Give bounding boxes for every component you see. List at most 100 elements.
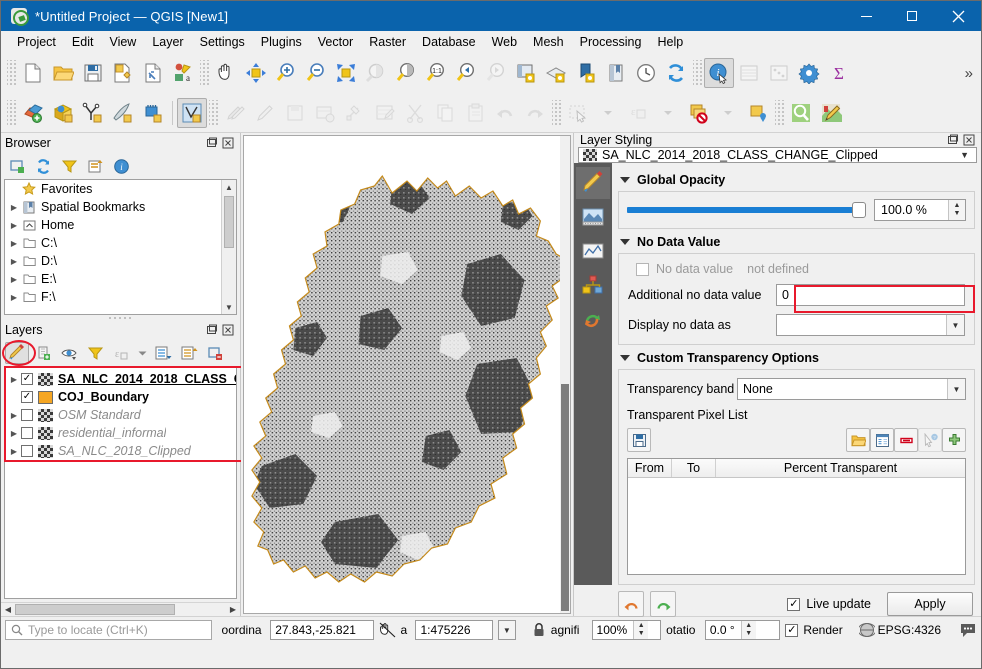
add-spatialite-layer-button[interactable] bbox=[108, 98, 138, 128]
expand-arrow[interactable]: ▶ bbox=[7, 293, 21, 302]
redo-button[interactable] bbox=[520, 98, 550, 128]
map-tips-button[interactable] bbox=[816, 98, 846, 128]
map-canvas[interactable] bbox=[243, 135, 571, 614]
toolbar-overflow-button[interactable]: » bbox=[965, 65, 973, 82]
spin-buttons[interactable]: ▲▼ bbox=[948, 200, 965, 220]
map-vertical-scrollbar[interactable] bbox=[560, 136, 570, 613]
pan-to-selection-button[interactable] bbox=[241, 58, 271, 88]
remove-pixel-row-button[interactable] bbox=[894, 428, 918, 452]
scale-field[interactable]: 1:475226 bbox=[415, 620, 493, 640]
sigma-button[interactable]: Σ bbox=[824, 58, 854, 88]
global-opacity-section-header[interactable]: Global Opacity bbox=[620, 173, 975, 187]
browser-item-spatial-bookmarks[interactable]: ▶ Spatial Bookmarks bbox=[5, 198, 236, 216]
current-edits-button[interactable] bbox=[220, 98, 250, 128]
select-value-button[interactable] bbox=[743, 98, 773, 128]
chevron-down-icon[interactable]: ▼ bbox=[955, 150, 974, 160]
new-print-layout2-button[interactable] bbox=[571, 58, 601, 88]
display-no-data-as-combobox[interactable]: ▼ bbox=[776, 314, 965, 336]
layers-close-icon[interactable] bbox=[221, 324, 234, 337]
chevron-down-icon[interactable]: ▼ bbox=[946, 315, 964, 335]
browser-item-home[interactable]: ▶ Home bbox=[5, 216, 236, 234]
scroll-thumb[interactable] bbox=[224, 196, 234, 248]
toolbar-grip-2[interactable] bbox=[200, 60, 209, 86]
apply-button[interactable]: Apply bbox=[887, 592, 973, 616]
layer-checkbox[interactable] bbox=[21, 445, 33, 457]
zoom-out-button[interactable] bbox=[301, 58, 331, 88]
menu-view[interactable]: View bbox=[101, 33, 144, 51]
menu-database[interactable]: Database bbox=[414, 33, 484, 51]
add-raster-layer-button[interactable] bbox=[48, 98, 78, 128]
paste-features-button[interactable] bbox=[460, 98, 490, 128]
remove-layer-button[interactable] bbox=[203, 342, 227, 364]
scroll-thumb[interactable] bbox=[15, 604, 175, 615]
toolbar-grip[interactable] bbox=[7, 60, 16, 86]
no-data-value-section-header[interactable]: No Data Value bbox=[620, 235, 975, 249]
transparency-band-combobox[interactable]: None ▼ bbox=[737, 378, 966, 400]
chevron-down-icon[interactable]: ▼ bbox=[947, 379, 965, 399]
refresh-button[interactable] bbox=[661, 58, 691, 88]
menu-project[interactable]: Project bbox=[9, 33, 64, 51]
statistical-summary-button[interactable] bbox=[764, 58, 794, 88]
layer-checkbox[interactable]: ✓ bbox=[21, 373, 33, 385]
spin-buttons[interactable]: ▲▼ bbox=[741, 621, 756, 639]
cut-features-button[interactable] bbox=[400, 98, 430, 128]
save-layer-edits-button[interactable] bbox=[280, 98, 310, 128]
collapse-triangle-icon[interactable] bbox=[620, 355, 630, 361]
table-body[interactable] bbox=[628, 478, 965, 574]
toggle-editing-button[interactable] bbox=[250, 98, 280, 128]
zoom-last-button[interactable] bbox=[451, 58, 481, 88]
transparent-pixel-list-table[interactable]: From To Percent Transparent bbox=[627, 458, 966, 575]
undo-button[interactable] bbox=[490, 98, 520, 128]
new-print-layout-button[interactable] bbox=[138, 58, 168, 88]
export-transparent-pixel-list-button[interactable] bbox=[627, 428, 651, 452]
spin-buttons[interactable]: ▲▼ bbox=[633, 621, 648, 639]
coordinate-field[interactable]: 27.843,-25.821 bbox=[270, 620, 373, 640]
show-bookmarks-button[interactable] bbox=[601, 58, 631, 88]
identify-features-button[interactable]: i bbox=[704, 58, 734, 88]
layer-row-coj-boundary[interactable]: ✓ COJ_Boundary bbox=[5, 388, 236, 406]
browser-vertical-scrollbar[interactable]: ▲ ▼ bbox=[221, 180, 236, 314]
minimize-button[interactable] bbox=[843, 1, 889, 31]
tab-symbology[interactable] bbox=[576, 167, 610, 199]
styling-close-icon[interactable] bbox=[962, 134, 975, 147]
tab-undo-history[interactable] bbox=[576, 303, 610, 335]
select-dropdown-button[interactable] bbox=[593, 98, 623, 128]
layer-checkbox[interactable]: ✓ bbox=[21, 391, 33, 403]
browser-collapse-all-button[interactable] bbox=[83, 155, 107, 177]
layer-row-residential-informal[interactable]: ▶ residential_informal bbox=[5, 424, 236, 442]
select-expression-dropdown-button[interactable] bbox=[653, 98, 683, 128]
save-project-as-button[interactable] bbox=[108, 58, 138, 88]
menu-layer[interactable]: Layer bbox=[144, 33, 191, 51]
toolbar-grip-3[interactable] bbox=[693, 60, 702, 86]
style-manager-button[interactable]: a bbox=[168, 58, 198, 88]
menu-vector[interactable]: Vector bbox=[310, 33, 361, 51]
deselect-features-button[interactable] bbox=[683, 98, 713, 128]
layer-row-sa-nlc-2018-clipped[interactable]: ▶ SA_NLC_2018_Clipped bbox=[5, 442, 236, 460]
add-mesh-layer-button[interactable] bbox=[138, 98, 168, 128]
expand-all-button[interactable] bbox=[151, 342, 175, 364]
crs-button[interactable]: EPSG:4326 bbox=[859, 622, 941, 638]
collapse-triangle-icon[interactable] bbox=[620, 239, 630, 245]
expand-arrow[interactable]: ▶ bbox=[7, 275, 21, 284]
processing-toolbox-button[interactable] bbox=[794, 58, 824, 88]
tab-rendering[interactable] bbox=[576, 269, 610, 301]
browser-item-d-drive[interactable]: ▶ D:\ bbox=[5, 252, 236, 270]
browser-item-favorites[interactable]: Favorites bbox=[5, 180, 236, 198]
expand-arrow[interactable]: ▶ bbox=[7, 257, 21, 266]
opacity-spinbox[interactable]: 100.0 % ▲▼ bbox=[874, 199, 966, 221]
modify-attributes-button[interactable] bbox=[370, 98, 400, 128]
tab-transparency[interactable] bbox=[576, 201, 610, 233]
opacity-slider[interactable] bbox=[627, 201, 866, 219]
filter-legend-button[interactable] bbox=[83, 342, 107, 364]
browser-item-c-drive[interactable]: ▶ C:\ bbox=[5, 234, 236, 252]
collapse-all-button[interactable] bbox=[177, 342, 201, 364]
locator-input[interactable]: Type to locate (Ctrl+K) bbox=[5, 620, 212, 640]
browser-item-f-drive[interactable]: ▶ F:\ bbox=[5, 288, 236, 306]
browser-properties-button[interactable]: i bbox=[109, 155, 133, 177]
temporal-controller-button[interactable] bbox=[631, 58, 661, 88]
expand-arrow[interactable]: ▶ bbox=[7, 375, 21, 384]
layers-horizontal-scrollbar[interactable]: ◀ ▶ bbox=[1, 602, 240, 616]
pan-map-button[interactable] bbox=[211, 58, 241, 88]
expand-arrow[interactable]: ▶ bbox=[7, 429, 21, 438]
add-values-from-display-button[interactable]: ? bbox=[918, 428, 942, 452]
